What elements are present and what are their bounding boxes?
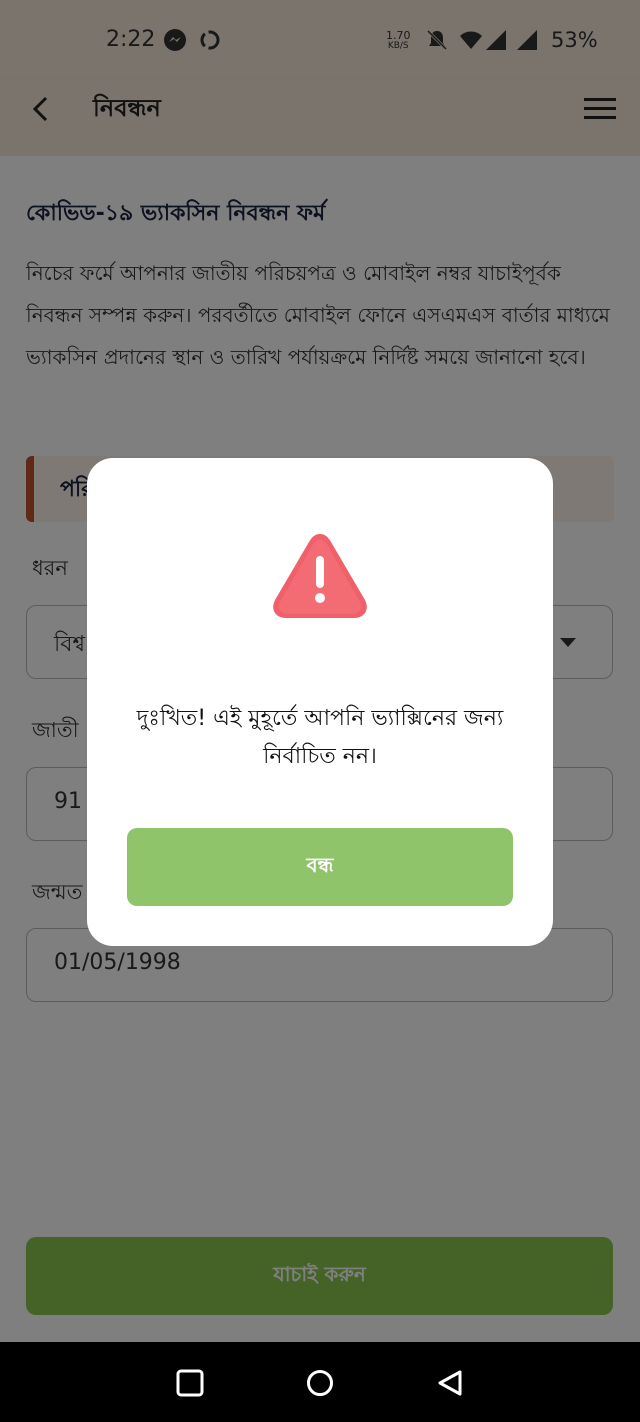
back-triangle-icon[interactable] xyxy=(436,1369,464,1397)
close-button[interactable]: বন্ধ xyxy=(127,828,513,906)
recents-square-icon[interactable] xyxy=(176,1369,204,1397)
alert-dialog: দুঃখিত! এই মুহূর্তে আপনি ভ্যাক্সিনের জন্… xyxy=(87,458,553,946)
dialog-message: দুঃখিত! এই মুহূর্তে আপনি ভ্যাক্সিনের জন্… xyxy=(136,706,504,769)
system-nav-bar xyxy=(0,1342,640,1422)
home-circle-icon[interactable] xyxy=(306,1369,334,1397)
warning-triangle-icon xyxy=(273,534,367,618)
